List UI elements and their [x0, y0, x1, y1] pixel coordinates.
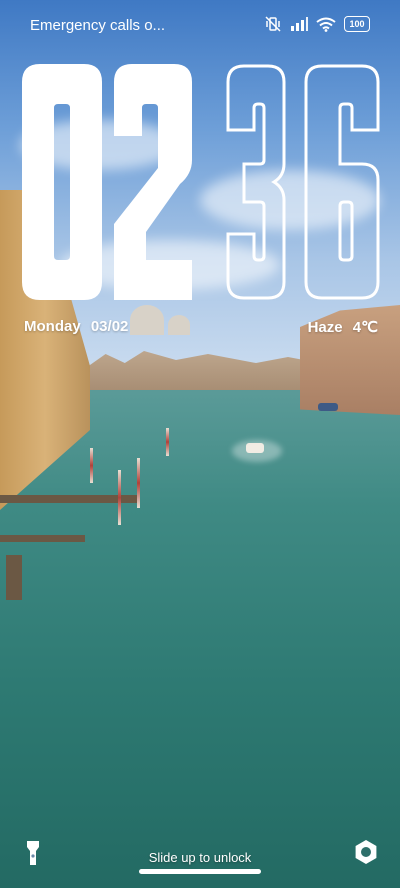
lockscreen-weather[interactable]: Haze 4℃	[302, 318, 378, 336]
wallpaper-dome	[130, 305, 164, 335]
wallpaper-dock	[6, 555, 22, 600]
status-icons: 100	[264, 16, 370, 32]
vibrate-off-icon	[264, 16, 282, 32]
wallpaper-dock	[0, 535, 85, 542]
weather-temperature: 4℃	[352, 319, 378, 336]
day-month: 03/02	[90, 318, 129, 335]
wallpaper-dome	[168, 315, 190, 335]
wallpaper-pole	[118, 470, 121, 525]
status-bar: Emergency calls o... 100	[0, 0, 400, 50]
camera-icon[interactable]	[353, 839, 379, 865]
lockscreen-clock[interactable]: 02 36	[22, 64, 382, 300]
wallpaper-pole	[166, 428, 169, 456]
wallpaper-pole	[90, 448, 93, 483]
wallpaper-pole	[137, 458, 140, 508]
clock-hours	[22, 64, 380, 300]
signal-icon	[290, 17, 308, 31]
weekday: Monday	[24, 318, 81, 335]
wallpaper-wake	[232, 440, 282, 462]
carrier-text: Emergency calls o...	[30, 17, 166, 34]
weather-condition: Haze	[307, 319, 343, 336]
unlock-hint: Slide up to unlock	[148, 850, 252, 865]
home-indicator[interactable]	[139, 869, 261, 874]
lockscreen-date: Monday 03/02	[24, 318, 134, 335]
wallpaper-boat	[318, 403, 338, 411]
battery-icon: 100	[344, 16, 370, 32]
wifi-icon	[316, 17, 336, 32]
